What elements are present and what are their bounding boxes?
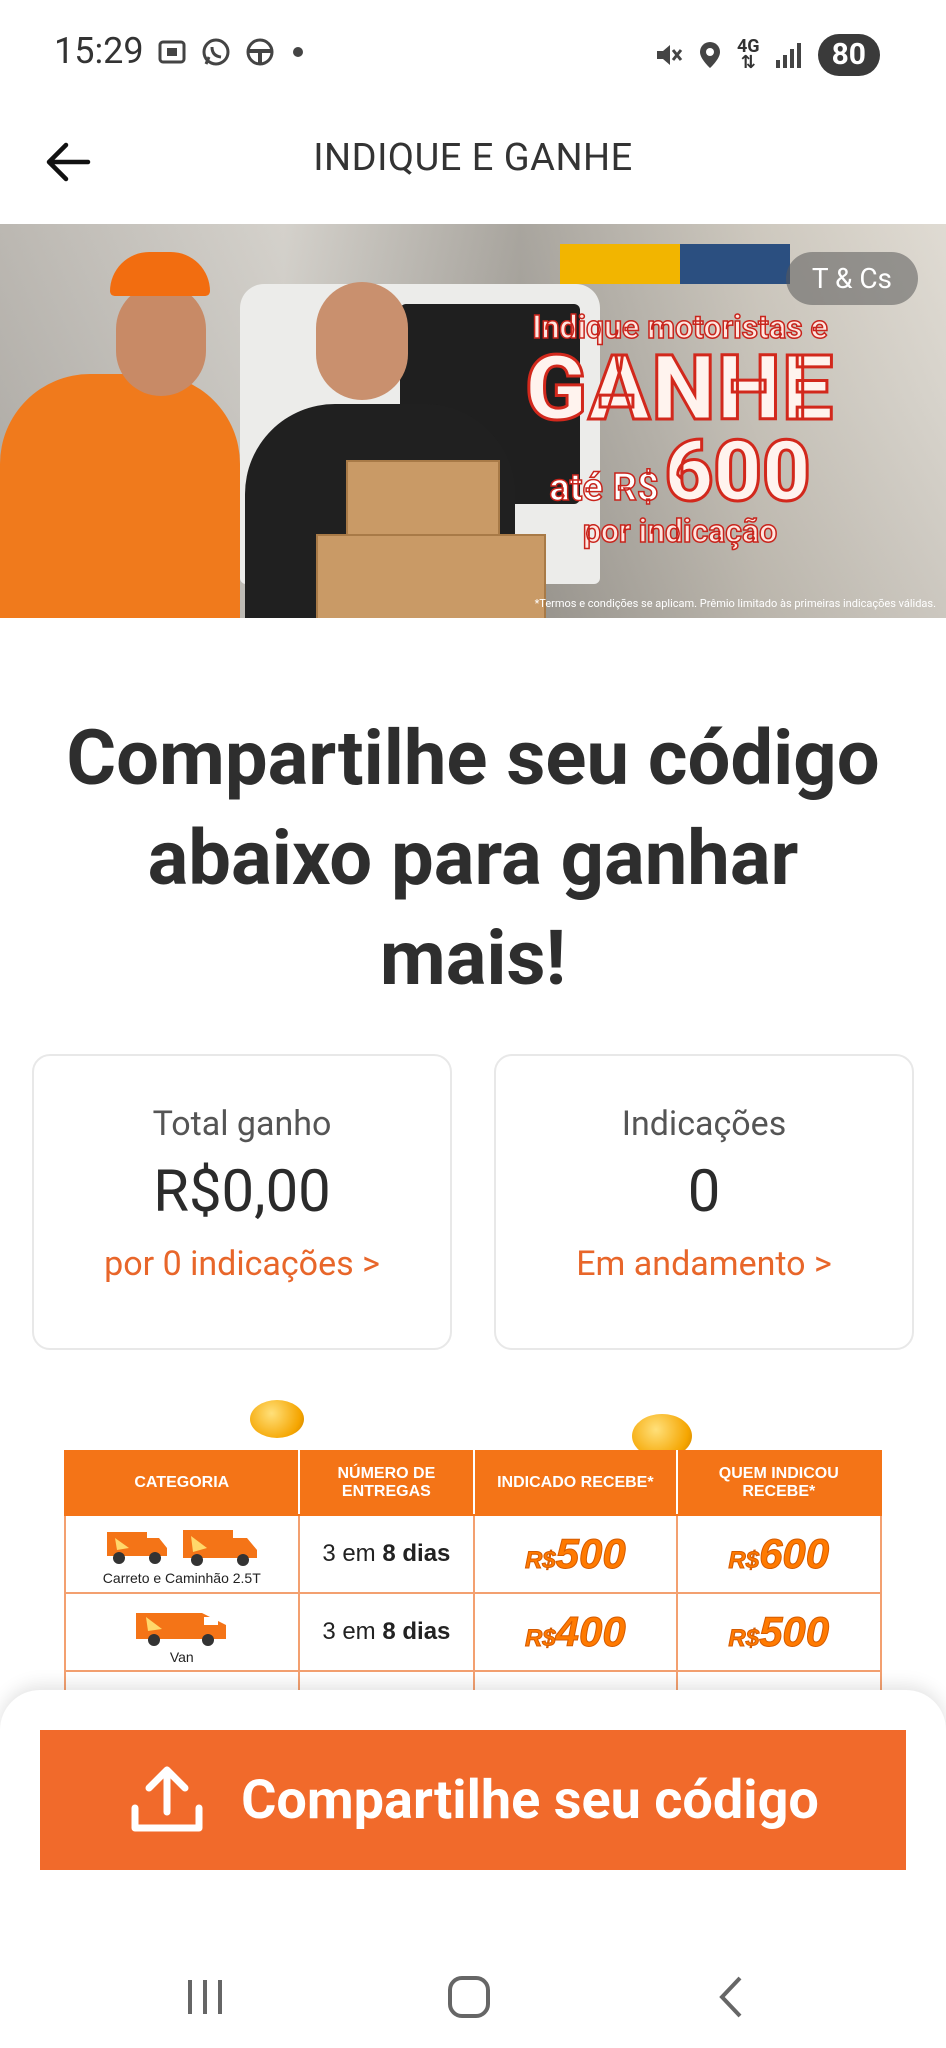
box-icon xyxy=(346,460,500,544)
recents-icon xyxy=(188,1980,222,2014)
table-row: Van 3 em 8 dias R$400 R$500 xyxy=(64,1592,882,1672)
back-nav-icon xyxy=(719,1976,742,2018)
referred-reward-cell: R$500 xyxy=(473,1514,678,1594)
screenshot-icon xyxy=(158,40,186,64)
signal-icon xyxy=(775,43,801,68)
promo-banner[interactable]: Indique motoristas e GANHE até R$ 600 po… xyxy=(0,224,946,618)
table-header: INDICADO RECEBE* xyxy=(473,1450,678,1516)
table-row xyxy=(64,1670,882,1690)
in-progress-link[interactable]: Em andamento > xyxy=(496,1244,912,1284)
total-earned-card: Total ganho R$0,00 por 0 indicações > xyxy=(32,1054,452,1350)
referrals-value: 0 xyxy=(687,1158,721,1226)
upload-share-icon xyxy=(131,1766,203,1832)
promo-line-2: GANHE xyxy=(524,336,835,441)
system-nav-bar xyxy=(0,1950,946,2048)
steering-wheel-icon xyxy=(246,38,274,66)
table-header: CATEGORIA xyxy=(64,1450,300,1516)
deliveries-cell: 3 em 8 dias xyxy=(297,1514,476,1594)
reward-table: CATEGORIA NÚMERO DE ENTREGAS INDICADO RE… xyxy=(64,1450,882,1690)
promo-line-3: até R$ 600 xyxy=(490,422,870,521)
reward-table-image: CATEGORIA NÚMERO DE ENTREGAS INDICADO RE… xyxy=(64,1400,882,1690)
page-title: INDIQUE E GANHE xyxy=(313,136,633,180)
battery-icon: 80 xyxy=(817,34,880,76)
coin-icon xyxy=(250,1400,304,1438)
promo-value: 600 xyxy=(663,422,812,521)
terms-button[interactable]: T & Cs xyxy=(785,252,918,305)
status-time: 15:29 xyxy=(54,30,144,72)
share-code-button[interactable]: Compartilhe seu código xyxy=(40,1730,906,1870)
home-icon xyxy=(448,1976,490,2018)
promo-prefix: até R$ xyxy=(549,465,660,511)
truck-icon xyxy=(106,1532,167,1564)
van-icon xyxy=(135,1613,226,1646)
banner-disclaimer: *Termos e condições se aplicam. Prêmio l… xyxy=(534,597,936,610)
network-4g-icon: 4G ⇅ xyxy=(736,36,760,73)
recents-button[interactable] xyxy=(180,1972,230,2026)
nav-back-button[interactable] xyxy=(708,1972,758,2026)
referrals-card: Indicações 0 Em andamento > xyxy=(494,1054,914,1350)
person-orange-shirt xyxy=(0,374,240,618)
category-cell: Carreto e Caminhão 2.5T xyxy=(64,1514,300,1594)
shop-sign-blue xyxy=(680,244,790,284)
share-code-label: Compartilhe seu código xyxy=(241,1768,819,1832)
home-button[interactable] xyxy=(444,1972,494,2026)
table-header: QUEM INDICOU RECEBE* xyxy=(675,1450,882,1516)
category-cell: Van xyxy=(64,1592,300,1672)
shop-sign xyxy=(560,244,680,284)
dot-icon xyxy=(293,47,303,57)
table-row: Carreto e Caminhão 2.5T 3 em 8 dias R$50… xyxy=(64,1514,882,1594)
table-header: NÚMERO DE ENTREGAS xyxy=(297,1450,476,1516)
location-icon xyxy=(699,42,720,68)
referrals-count-link[interactable]: por 0 indicações > xyxy=(34,1244,450,1284)
referred-reward-cell: R$400 xyxy=(473,1592,678,1672)
category-label: Carreto e Caminhão 2.5T xyxy=(102,1570,261,1586)
bottom-sheet: Compartilhe seu código xyxy=(0,1690,946,1990)
status-bar: 15:29 4G ⇅ 80 xyxy=(0,0,946,110)
referrals-label: Indicações xyxy=(621,1104,787,1144)
person-face-2 xyxy=(316,282,408,400)
truck-icon xyxy=(182,1530,257,1566)
promo-text: Indique motoristas e GANHE até R$ 600 po… xyxy=(490,307,870,551)
mute-icon xyxy=(656,45,683,65)
referrer-reward-cell: R$500 xyxy=(675,1592,882,1672)
notification-icons xyxy=(156,36,308,68)
headline: Compartilhe seu código abaixo para ganha… xyxy=(66,713,880,1003)
promo-line-4: por indicação xyxy=(582,511,778,551)
system-icons: 4G ⇅ 80 xyxy=(653,34,880,76)
app-bar: INDIQUE E GANHE xyxy=(0,110,946,220)
total-earned-label: Total ganho xyxy=(152,1104,332,1144)
person-face xyxy=(116,284,206,396)
referrer-reward-cell: R$600 xyxy=(675,1514,882,1594)
category-label: Van xyxy=(169,1649,194,1665)
deliveries-cell: 3 em 8 dias xyxy=(297,1592,476,1672)
total-earned-value: R$0,00 xyxy=(153,1158,331,1226)
whatsapp-icon xyxy=(202,38,230,66)
